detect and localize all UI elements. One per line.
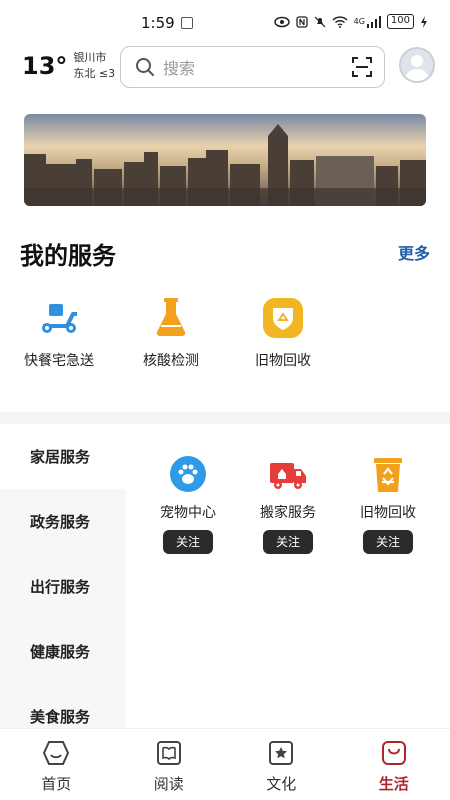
wind-info: 东北 ≤3	[73, 67, 116, 80]
network-type-label: 4G	[353, 17, 365, 26]
category-label: 政务服务	[30, 513, 91, 531]
battery-indicator: 100	[386, 14, 414, 29]
my-service-label: 快餐宅急送	[24, 353, 94, 369]
category-label: 美食服务	[30, 708, 91, 726]
nav-item-read[interactable]: 阅读	[113, 729, 226, 800]
eye-icon	[273, 16, 290, 27]
follow-button[interactable]: 关注	[363, 530, 413, 554]
charging-icon	[421, 15, 427, 28]
category-label: 健康服务	[30, 643, 91, 661]
my-service-recycle[interactable]: 旧物回收	[228, 296, 338, 370]
category-label: 出行服务	[30, 578, 91, 596]
my-service-delivery[interactable]: 快餐宅急送	[4, 296, 114, 370]
my-service-label: 核酸检测	[143, 353, 199, 369]
home-icon	[42, 739, 70, 767]
nav-item-life[interactable]: 生活	[338, 729, 450, 800]
more-services-link[interactable]: 更多	[398, 240, 430, 264]
category-item-government[interactable]: 政务服务	[0, 489, 126, 554]
status-icons: 4G 100	[273, 14, 428, 29]
service-pet-center[interactable]: 宠物中心 关注	[138, 454, 238, 554]
category-item-food[interactable]: 美食服务	[0, 684, 126, 728]
signal-icon	[366, 15, 381, 28]
nfc-icon	[295, 15, 308, 28]
nav-label: 阅读	[153, 775, 184, 793]
temperature: 13°	[22, 52, 68, 80]
nav-label: 文化	[266, 775, 297, 793]
service-moving[interactable]: 搬家服务 关注	[238, 454, 338, 554]
nav-label: 首页	[41, 775, 72, 793]
user-avatar-icon	[405, 55, 429, 81]
moving-truck-icon	[268, 454, 308, 494]
flask-icon	[149, 296, 193, 340]
service-label: 旧物回收	[360, 505, 416, 521]
city-banner-image[interactable]	[24, 114, 426, 206]
my-services-title: 我的服务	[20, 242, 116, 270]
weather-widget[interactable]: 13° 银川市 东北 ≤3	[22, 50, 115, 82]
wifi-icon	[332, 15, 348, 28]
service-label: 宠物中心	[160, 505, 216, 521]
nav-label: 生活	[378, 775, 409, 793]
status-bar: 1:59 4G 100	[0, 0, 450, 40]
weather-details: 银川市 东北 ≤3	[73, 50, 115, 82]
mute-icon	[314, 16, 326, 27]
star-square-icon	[267, 739, 295, 767]
delivery-scooter-icon	[37, 296, 81, 340]
status-time-group: 1:59	[141, 14, 193, 32]
gallery-notification-icon	[180, 17, 193, 29]
follow-button[interactable]: 关注	[263, 530, 313, 554]
scan-icon[interactable]	[352, 57, 372, 77]
category-content: 宠物中心 关注 搬家服务 关注 旧物回收 关注	[126, 424, 450, 728]
service-recycle[interactable]: 旧物回收 关注	[338, 454, 438, 554]
bottom-navigation: 首页 阅读 文化 生活	[0, 728, 450, 800]
nav-item-home[interactable]: 首页	[0, 729, 113, 800]
category-item-travel[interactable]: 出行服务	[0, 554, 126, 619]
nav-item-culture[interactable]: 文化	[225, 729, 338, 800]
section-divider	[0, 412, 450, 424]
avatar[interactable]	[399, 47, 435, 83]
city-name: 银川市	[73, 51, 107, 64]
my-service-label: 旧物回收	[255, 353, 311, 369]
paw-icon	[168, 454, 208, 494]
category-sidebar: 家居服务 政务服务 出行服务 健康服务 美食服务	[0, 424, 126, 728]
cityscape-illustration	[24, 114, 426, 206]
recycle-badge-icon	[261, 296, 305, 340]
my-service-nucleic-test[interactable]: 核酸检测	[116, 296, 226, 370]
service-label: 搬家服务	[260, 505, 316, 521]
book-icon	[155, 739, 183, 767]
status-time: 1:59	[141, 14, 175, 32]
shopping-bag-icon	[380, 739, 408, 767]
search-input[interactable]: 搜索	[120, 46, 385, 88]
search-placeholder: 搜索	[163, 59, 196, 78]
follow-button[interactable]: 关注	[163, 530, 213, 554]
recycle-bin-icon	[368, 454, 408, 494]
category-item-home[interactable]: 家居服务	[0, 424, 126, 489]
category-item-health[interactable]: 健康服务	[0, 619, 126, 684]
search-icon	[136, 58, 154, 76]
category-label: 家居服务	[30, 448, 91, 466]
